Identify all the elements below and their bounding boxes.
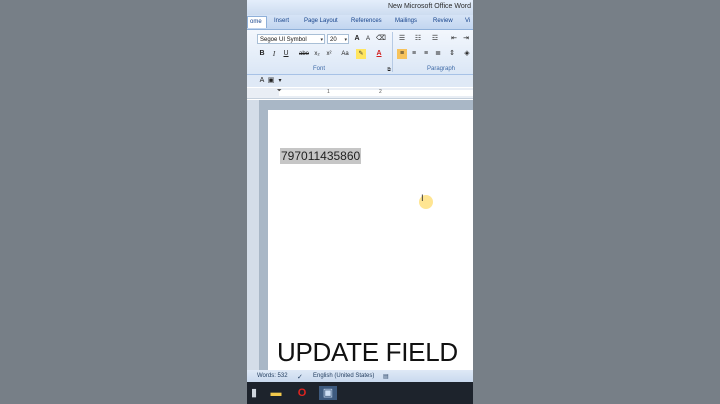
ruler-mark: 1 [327, 89, 330, 95]
i-beam-cursor-icon: I [421, 194, 424, 204]
ruler-mark: 2 [379, 89, 382, 95]
justify-icon[interactable]: ≣ [433, 49, 443, 59]
align-center-icon[interactable]: ≡ [409, 49, 419, 59]
shading-icon[interactable]: ◈ [462, 49, 472, 59]
taskbar: ▮ ▬ O ▣ [247, 382, 473, 404]
mouse-cursor-highlight: I [419, 194, 433, 209]
highlight-icon[interactable]: ✎ [356, 49, 366, 59]
change-case-button[interactable]: Aa [338, 49, 352, 59]
ruler-margin-area [279, 90, 473, 96]
tab-insert[interactable]: Insert [274, 18, 289, 24]
vertical-ruler [247, 100, 259, 370]
line-spacing-icon[interactable]: ⇕ [447, 49, 457, 59]
language-status[interactable]: English (United States) [313, 373, 374, 379]
chevron-down-icon: ▾ [344, 37, 347, 43]
multilevel-list-icon[interactable]: ☲ [430, 34, 440, 44]
chevron-down-icon[interactable]: ▾ [275, 76, 285, 86]
window-title: New Microsoft Office Word [388, 3, 471, 10]
group-label-paragraph: Paragraph [427, 66, 456, 72]
word-app-icon[interactable]: ▣ [319, 386, 337, 400]
selected-field-text[interactable]: 797011435860 [280, 148, 362, 164]
opera-icon[interactable]: O [295, 386, 309, 400]
font-color-button[interactable]: A [374, 49, 384, 59]
grow-font-button[interactable]: A [352, 34, 362, 44]
tab-view[interactable]: Vi [465, 18, 470, 24]
start-icon[interactable]: ▮ [247, 386, 261, 400]
superscript-button[interactable]: x² [324, 49, 334, 59]
underline-button[interactable]: U [281, 49, 291, 59]
horizontal-ruler[interactable]: 1 2 ⏷ [247, 88, 473, 99]
subscript-button[interactable]: x₂ [312, 49, 322, 59]
file-explorer-icon[interactable]: ▬ [269, 386, 283, 400]
decrease-indent-icon[interactable]: ⇤ [449, 34, 459, 44]
ribbon-tabs: ome Insert Page Layout References Mailin… [247, 15, 473, 30]
proofing-icon[interactable]: ✓ [297, 373, 303, 381]
bullets-icon[interactable]: ☰ [397, 34, 407, 44]
indent-marker-icon[interactable]: ⏷ [277, 88, 282, 95]
group-label-font: Font [313, 66, 326, 72]
font-size-select[interactable]: 20 ▾ [327, 34, 349, 44]
quick-access-toolbar: A ▣ ▾ [247, 75, 473, 87]
tab-page-layout[interactable]: Page Layout [304, 18, 338, 24]
chevron-down-icon: ▾ [320, 37, 323, 43]
tab-references[interactable]: References [351, 18, 382, 24]
shrink-font-button[interactable]: A [363, 34, 373, 44]
macro-icon[interactable]: ▤ [383, 373, 389, 380]
font-name-value: Segoe UI Symbol [260, 37, 307, 43]
font-size-value: 20 [330, 37, 337, 43]
strikethrough-button[interactable]: abe [297, 49, 311, 59]
tab-home[interactable]: ome [247, 16, 267, 28]
clear-format-icon[interactable]: ⌫ [376, 34, 386, 44]
increase-indent-icon[interactable]: ⇥ [461, 34, 471, 44]
tab-review[interactable]: Review [433, 18, 453, 24]
numbering-icon[interactable]: ☷ [413, 34, 423, 44]
word-window: New Microsoft Office Word ome Insert Pag… [247, 0, 473, 404]
video-caption: UPDATE FIELD [277, 337, 458, 367]
status-bar: Words: 532 ✓ English (United States) ▤ [247, 370, 473, 382]
italic-button[interactable]: I [269, 49, 279, 59]
font-name-select[interactable]: Segoe UI Symbol ▾ [257, 34, 325, 44]
align-left-icon[interactable]: ≡ [397, 49, 407, 59]
tab-mailings[interactable]: Mailings [395, 18, 417, 24]
ribbon: Segoe UI Symbol ▾ 20 ▾ A A ⌫ B I U abe x… [247, 30, 473, 75]
bold-button[interactable]: B [257, 49, 267, 59]
align-right-icon[interactable]: ≡ [421, 49, 431, 59]
word-count[interactable]: Words: 532 [257, 373, 288, 379]
group-separator [392, 32, 393, 72]
title-bar: New Microsoft Office Word [247, 0, 473, 15]
